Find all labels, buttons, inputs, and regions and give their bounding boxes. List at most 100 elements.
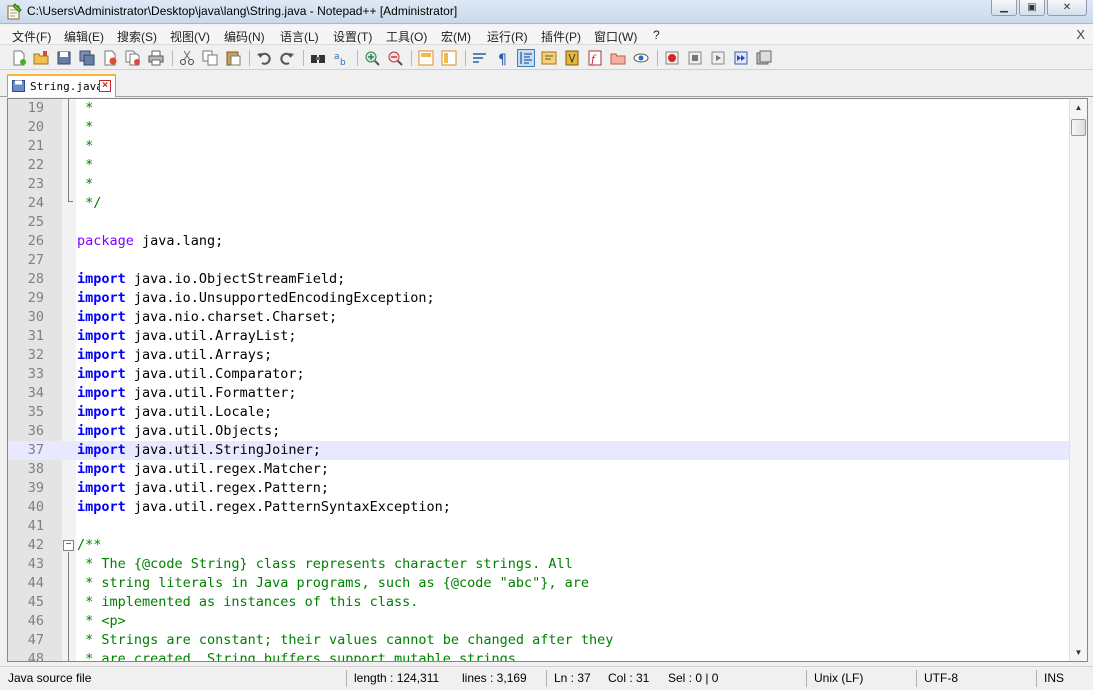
minimize-button[interactable]: ▁ bbox=[991, 0, 1017, 16]
function-list-icon[interactable]: f bbox=[586, 49, 604, 67]
code-line[interactable]: 31 import java.util.ArrayList; bbox=[8, 327, 1070, 346]
status-eol[interactable]: Unix (LF) bbox=[814, 671, 863, 685]
menu-file[interactable]: 文件(F) bbox=[12, 28, 51, 45]
fold-collapse-icon[interactable]: − bbox=[63, 540, 74, 551]
status-encoding[interactable]: UTF-8 bbox=[924, 671, 958, 685]
save-macro-icon[interactable] bbox=[755, 49, 773, 67]
menu-tools[interactable]: 工具(O) bbox=[386, 28, 427, 45]
code-text: * bbox=[77, 138, 93, 154]
code-line[interactable]: 39 import java.util.regex.Pattern; bbox=[8, 479, 1070, 498]
menu-help[interactable]: ? bbox=[653, 28, 660, 42]
code-text: import java.util.StringJoiner; bbox=[77, 442, 321, 458]
code-line[interactable]: 36 import java.util.Objects; bbox=[8, 422, 1070, 441]
code-line[interactable]: 28 import java.io.ObjectStreamField; bbox=[8, 270, 1070, 289]
code-line[interactable]: 48 * are created. String buffers support… bbox=[8, 650, 1070, 661]
menu-macro[interactable]: 宏(M) bbox=[441, 28, 471, 45]
code-text: * <p> bbox=[77, 613, 126, 629]
stop-record-icon[interactable] bbox=[686, 49, 704, 67]
menu-view[interactable]: 视图(V) bbox=[170, 28, 210, 45]
code-line[interactable]: 45 * implemented as instances of this cl… bbox=[8, 593, 1070, 612]
code-line[interactable]: 23 * bbox=[8, 175, 1070, 194]
save-icon[interactable] bbox=[55, 49, 73, 67]
close-all-icon[interactable] bbox=[124, 49, 142, 67]
tab-close-icon[interactable]: × bbox=[99, 80, 111, 92]
save-all-icon[interactable] bbox=[78, 49, 96, 67]
replace-icon[interactable]: ab bbox=[332, 49, 350, 67]
code-line[interactable]: 20 * bbox=[8, 118, 1070, 137]
code-line[interactable]: 40 import java.util.regex.PatternSyntaxEx… bbox=[8, 498, 1070, 517]
code-line[interactable]: 33 import java.util.Comparator; bbox=[8, 365, 1070, 384]
close-window-button[interactable]: ✕ bbox=[1047, 0, 1087, 16]
zoom-out-icon[interactable] bbox=[386, 49, 404, 67]
code-line[interactable]: 24 */ bbox=[8, 194, 1070, 213]
status-lines: lines : 3,169 bbox=[462, 671, 527, 685]
folder-as-workspace-icon[interactable] bbox=[609, 49, 627, 67]
cut-icon[interactable] bbox=[178, 49, 196, 67]
code-line[interactable]: 37 import java.util.StringJoiner; bbox=[8, 441, 1070, 460]
code-line[interactable]: 29 import java.io.UnsupportedEncodingExce… bbox=[8, 289, 1070, 308]
line-number: 40 bbox=[27, 499, 44, 515]
scroll-down-icon[interactable]: ▼ bbox=[1070, 644, 1087, 661]
code-line[interactable]: 35 import java.util.Locale; bbox=[8, 403, 1070, 422]
playback-macro-icon[interactable] bbox=[709, 49, 727, 67]
monitoring-icon[interactable] bbox=[632, 49, 650, 67]
code-line[interactable]: 30 import java.nio.charset.Charset; bbox=[8, 308, 1070, 327]
find-icon[interactable] bbox=[309, 49, 327, 67]
paste-icon[interactable] bbox=[224, 49, 242, 67]
menu-language[interactable]: 语言(L) bbox=[280, 28, 319, 45]
code-line[interactable]: 19 * bbox=[8, 99, 1070, 118]
zoom-in-icon[interactable] bbox=[363, 49, 381, 67]
maximize-button[interactable]: ▣ bbox=[1019, 0, 1045, 16]
menu-encoding[interactable]: 编码(N) bbox=[224, 28, 265, 45]
print-icon[interactable] bbox=[147, 49, 165, 67]
code-line[interactable]: 34 import java.util.Formatter; bbox=[8, 384, 1070, 403]
code-line[interactable]: 44 * string literals in Java programs, s… bbox=[8, 574, 1070, 593]
redo-icon[interactable] bbox=[278, 49, 296, 67]
code-line[interactable]: 43 * The {@code String} class represents… bbox=[8, 555, 1070, 574]
line-number: 37 bbox=[27, 442, 44, 458]
copy-icon[interactable] bbox=[201, 49, 219, 67]
vertical-scrollbar[interactable]: ▲ ▼ bbox=[1069, 99, 1087, 661]
comment-text: * bbox=[77, 100, 94, 116]
code-line[interactable]: 22 * bbox=[8, 156, 1070, 175]
menu-edit[interactable]: 编辑(E) bbox=[64, 28, 104, 45]
comment-text: * bbox=[77, 176, 94, 192]
sync-horizontal-icon[interactable] bbox=[440, 49, 458, 67]
editor[interactable]: 19 * 20 * 21 * 22 * 23 * 24 */25 26 package jav… bbox=[7, 98, 1088, 662]
open-file-icon[interactable] bbox=[32, 49, 50, 67]
indent-guide-icon[interactable] bbox=[517, 49, 535, 67]
tab-string-java[interactable]: String.java × bbox=[7, 74, 116, 97]
code-token: java.util.Locale; bbox=[125, 404, 273, 420]
code-line[interactable]: 27 bbox=[8, 251, 1070, 270]
word-wrap-icon[interactable] bbox=[471, 49, 489, 67]
close-file-icon[interactable] bbox=[101, 49, 119, 67]
menu-window[interactable]: 窗口(W) bbox=[594, 28, 637, 45]
code-line[interactable]: 46 * <p> bbox=[8, 612, 1070, 631]
code-area[interactable]: 19 * 20 * 21 * 22 * 23 * 24 */25 26 package jav… bbox=[8, 99, 1070, 661]
menu-search[interactable]: 搜索(S) bbox=[117, 28, 157, 45]
menu-plugins[interactable]: 插件(P) bbox=[541, 28, 581, 45]
close-document-button[interactable]: X bbox=[1076, 27, 1085, 42]
undo-icon[interactable] bbox=[255, 49, 273, 67]
status-insert-mode[interactable]: INS bbox=[1044, 671, 1064, 685]
new-file-icon[interactable] bbox=[10, 49, 28, 67]
code-line[interactable]: 42 /** bbox=[8, 536, 1070, 555]
code-line[interactable]: 26 package java.lang; bbox=[8, 232, 1070, 251]
code-line[interactable]: 47 * Strings are constant; their values … bbox=[8, 631, 1070, 650]
scroll-thumb[interactable] bbox=[1071, 119, 1086, 136]
record-macro-icon[interactable] bbox=[663, 49, 681, 67]
code-line[interactable]: 41 bbox=[8, 517, 1070, 536]
code-line[interactable]: 25 bbox=[8, 213, 1070, 232]
code-line[interactable]: 32 import java.util.Arrays; bbox=[8, 346, 1070, 365]
language-define-icon[interactable] bbox=[540, 49, 558, 67]
menu-settings[interactable]: 设置(T) bbox=[333, 28, 372, 45]
scroll-up-icon[interactable]: ▲ bbox=[1070, 99, 1087, 116]
run-macro-multiple-icon[interactable] bbox=[732, 49, 750, 67]
sync-vertical-icon[interactable] bbox=[417, 49, 435, 67]
doc-map-icon[interactable] bbox=[563, 49, 581, 67]
show-all-chars-icon[interactable]: ¶ bbox=[494, 49, 512, 67]
code-line[interactable]: 21 * bbox=[8, 137, 1070, 156]
menu-run[interactable]: 运行(R) bbox=[487, 28, 528, 45]
code-line[interactable]: 38 import java.util.regex.Matcher; bbox=[8, 460, 1070, 479]
notepadpp-app-icon[interactable] bbox=[6, 3, 22, 20]
